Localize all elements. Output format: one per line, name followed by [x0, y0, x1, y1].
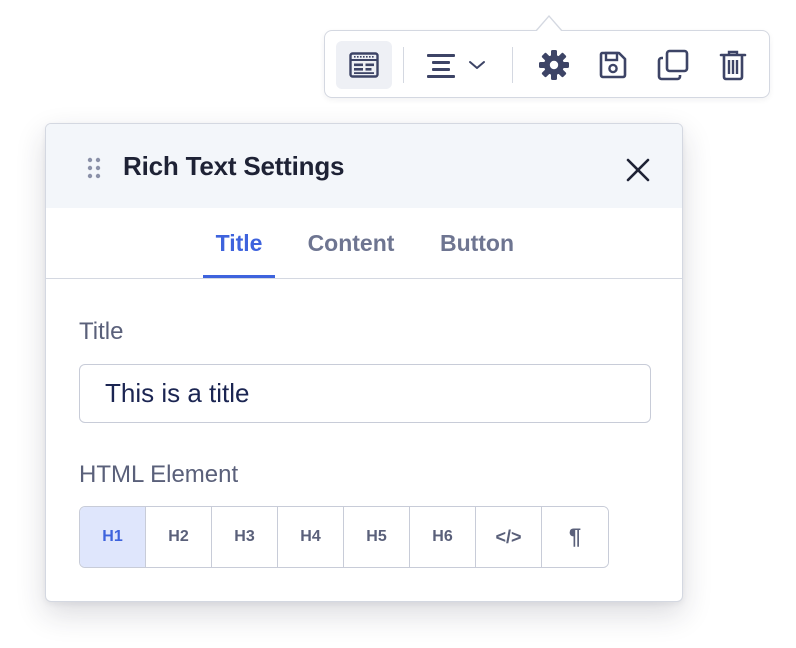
close-icon[interactable]	[624, 156, 652, 184]
html-element-h6[interactable]: H6	[410, 507, 476, 567]
html-element-label: HTML Element	[79, 461, 239, 488]
trash-icon	[719, 50, 747, 81]
layout-icon	[349, 52, 379, 78]
html-element-h2[interactable]: H2	[146, 507, 212, 567]
panel-header: Rich Text Settings	[46, 124, 682, 208]
html-element-code[interactable]: </>	[476, 507, 542, 567]
layout-button[interactable]	[336, 41, 392, 89]
rich-text-settings-panel: Rich Text Settings Title Content Button …	[45, 123, 683, 602]
html-element-h5[interactable]: H5	[344, 507, 410, 567]
duplicate-icon	[657, 49, 689, 81]
toolbar-caret-fill	[536, 17, 562, 32]
align-center-icon	[427, 54, 455, 78]
title-input[interactable]	[79, 364, 651, 423]
delete-button[interactable]	[711, 41, 755, 89]
chevron-down-icon	[469, 61, 485, 69]
toolbar-divider	[403, 47, 404, 83]
duplicate-button[interactable]	[651, 41, 695, 89]
html-element-h4[interactable]: H4	[278, 507, 344, 567]
panel-title: Rich Text Settings	[123, 151, 345, 181]
save-icon	[599, 51, 627, 79]
tab-title[interactable]: Title	[203, 208, 275, 278]
drag-handle-icon[interactable]	[86, 157, 102, 179]
tab-button[interactable]: Button	[434, 208, 520, 278]
html-element-selector: H1 H2 H3 H4 H5 H6 </> ¶	[79, 506, 609, 568]
block-toolbar	[324, 15, 770, 98]
alignment-dropdown[interactable]	[421, 41, 491, 89]
toolbar-divider	[512, 47, 513, 83]
html-element-paragraph[interactable]: ¶	[542, 507, 608, 567]
settings-tabs: Title Content Button	[46, 208, 682, 279]
title-field-label: Title	[79, 318, 124, 345]
html-element-h3[interactable]: H3	[212, 507, 278, 567]
settings-button[interactable]	[531, 41, 577, 89]
html-element-h1[interactable]: H1	[80, 507, 146, 567]
save-button[interactable]	[591, 41, 635, 89]
tab-content[interactable]: Content	[302, 208, 400, 278]
gear-icon	[539, 50, 569, 80]
